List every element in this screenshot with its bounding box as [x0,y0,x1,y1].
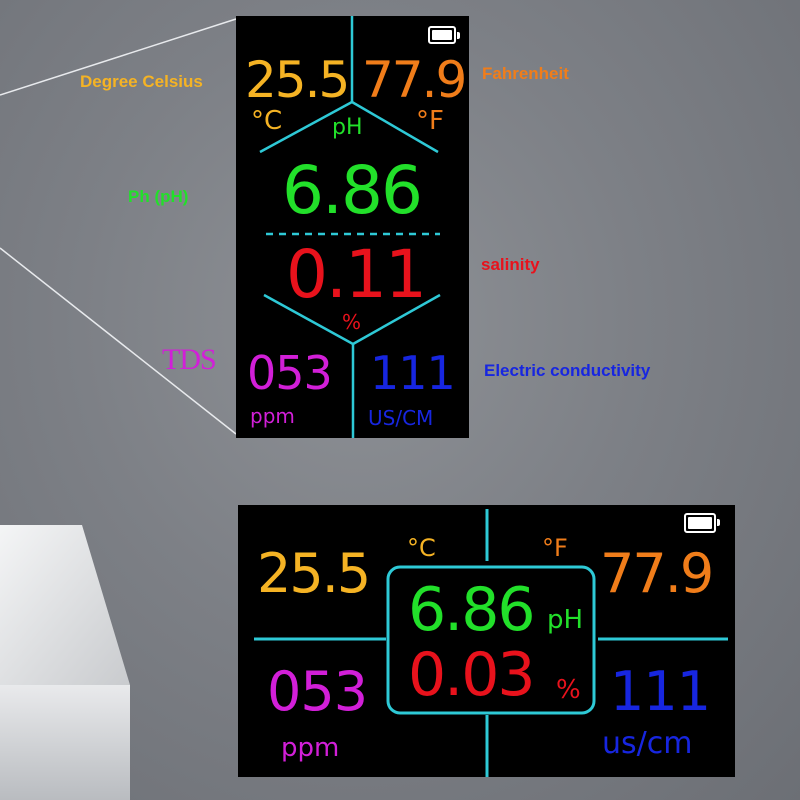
tds-unit: ppm [250,404,295,428]
salinity-value: 0.11 [286,236,427,313]
battery-full-icon [684,513,720,533]
conductivity-unit: us/cm [602,726,693,761]
conductivity-value: 111 [610,660,711,723]
battery-full-icon [428,26,460,44]
celsius-value: 25.5 [257,542,371,605]
salinity-unit: % [342,310,362,334]
tds-unit: ppm [281,733,340,763]
callout-celsius: Degree Celsius [80,72,203,91]
fahrenheit-value: 77.9 [362,51,467,109]
callout-tds: TDS [162,343,217,376]
ph-label: pH [332,115,363,140]
ph-value: 6.86 [408,575,536,645]
ph-value: 6.86 [282,152,423,229]
callout-salinity: salinity [481,255,540,274]
fahrenheit-value: 77.9 [600,542,714,605]
salinity-value: 0.03 [408,640,536,710]
tds-value: 053 [247,346,333,400]
fahrenheit-unit: °F [542,534,568,562]
tds-value: 053 [267,660,368,723]
celsius-value: 25.5 [245,51,350,109]
landscape-display: °C °F 25.5 77.9 6.86 pH 0.03 % 053 ppm 1… [238,505,735,777]
callout-conductivity: Electric conductivity [484,361,651,380]
salinity-unit: % [556,675,581,705]
portrait-display: 25.5 77.9 °C pH °F 6.86 0.11 % 053 ppm 1… [236,16,469,438]
celsius-unit: °C [407,534,436,562]
fahrenheit-unit: °F [416,106,444,136]
callout-ph: Ph (pH) [128,187,189,206]
conductivity-unit: US/CM [368,406,434,430]
celsius-unit: °C [251,106,283,136]
ph-label: pH [547,605,584,635]
callout-fahrenheit: Fahrenheit [482,64,569,83]
conductivity-value: 111 [370,346,456,400]
